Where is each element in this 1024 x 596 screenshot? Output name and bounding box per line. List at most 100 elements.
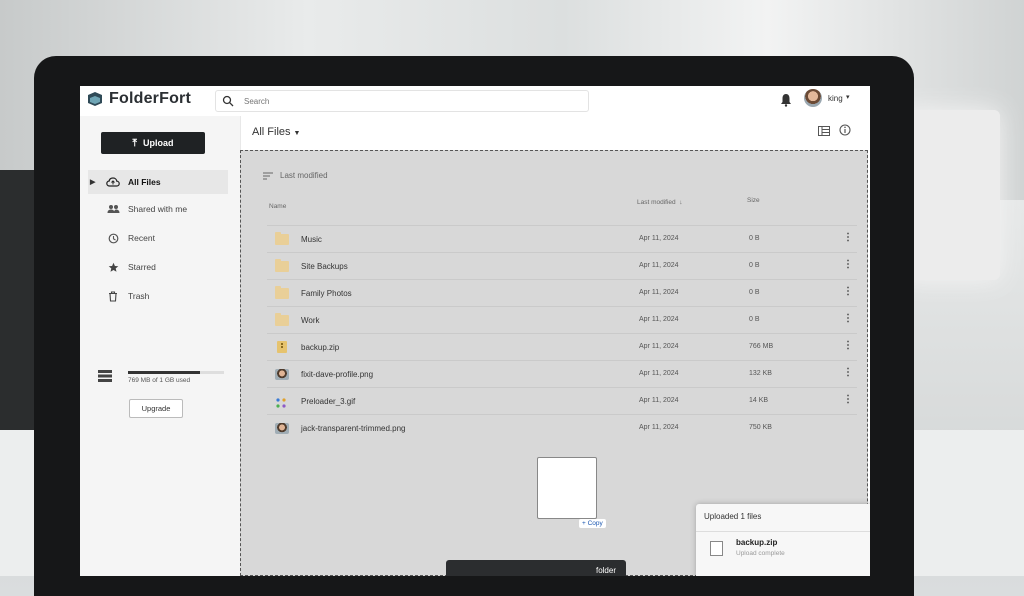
- file-modified-date: Apr 11, 2024: [639, 316, 679, 323]
- sidebar-item-label: Shared with me: [128, 204, 188, 214]
- caret-down-icon: ▼: [293, 130, 301, 137]
- app-logo[interactable]: FolderFort: [86, 90, 191, 108]
- file-modified-date: Apr 11, 2024: [639, 289, 679, 296]
- column-header-modified[interactable]: Last modified ↓: [637, 199, 683, 206]
- sort-control[interactable]: Last modified: [263, 171, 328, 180]
- upload-button[interactable]: ⤒ Upload: [101, 132, 205, 154]
- sidebar-item-label: All Files: [128, 177, 161, 187]
- more-options-icon[interactable]: ⋮: [843, 340, 853, 351]
- more-options-icon[interactable]: ⋮: [843, 313, 853, 324]
- info-icon[interactable]: [839, 124, 851, 136]
- people-icon: [106, 203, 120, 215]
- background-cup: [900, 110, 1000, 280]
- sort-arrow-down-icon: ↓: [677, 199, 683, 206]
- folder-icon: [275, 313, 289, 326]
- sidebar-item-starred[interactable]: Starred: [88, 255, 228, 279]
- top-bar: FolderFort king ▾: [80, 86, 870, 116]
- table-row[interactable]: jack-transparent-trimmed.png Apr 11, 2024…: [267, 414, 857, 442]
- file-size: 750 KB: [749, 424, 772, 431]
- upload-icon: ⤒: [132, 137, 137, 149]
- upload-toast: Uploaded 1 files ✕ backup.zip Upload com…: [696, 504, 870, 576]
- zip-file-icon: [277, 341, 287, 353]
- file-name[interactable]: jack-transparent-trimmed.png: [301, 424, 405, 433]
- toast-file-name: backup.zip: [736, 538, 778, 547]
- toast-title: Uploaded 1 files: [704, 512, 762, 521]
- search-box[interactable]: [215, 90, 589, 112]
- table-row[interactable]: Music Apr 11, 2024 0 B ⋮: [267, 225, 857, 253]
- expand-arrow-icon[interactable]: ▶: [90, 178, 100, 186]
- storage-bar-fill: [128, 371, 200, 374]
- file-modified-date: Apr 11, 2024: [639, 424, 679, 431]
- table-row[interactable]: Work Apr 11, 2024 0 B ⋮: [267, 306, 857, 334]
- upload-button-label: Upload: [142, 138, 174, 148]
- table-row[interactable]: Site Backups Apr 11, 2024 0 B ⋮: [267, 252, 857, 280]
- column-header-name[interactable]: Name: [269, 203, 286, 210]
- file-size: 766 MB: [749, 343, 774, 350]
- folderfort-logo-icon: [88, 92, 102, 106]
- file-size: 0 B: [749, 316, 760, 323]
- image-thumbnail-icon: [275, 369, 289, 380]
- sort-icon: [263, 172, 273, 179]
- more-options-icon[interactable]: ⋮: [843, 367, 853, 378]
- toast-status: Upload complete: [736, 550, 785, 557]
- upgrade-button[interactable]: Upgrade: [129, 399, 183, 418]
- star-icon: [106, 261, 120, 273]
- gif-file-icon: [275, 396, 287, 408]
- user-avatar[interactable]: [804, 89, 822, 107]
- table-row[interactable]: Preloader_3.gif Apr 11, 2024 14 KB ⋮: [267, 387, 857, 415]
- file-name[interactable]: Preloader_3.gif: [301, 397, 355, 406]
- image-thumbnail-icon: [275, 423, 289, 434]
- more-options-icon[interactable]: ⋮: [843, 259, 853, 270]
- chevron-down-icon[interactable]: ▾: [846, 93, 850, 101]
- column-header-modified-label: Last modified: [637, 199, 676, 206]
- sidebar-item-label: Trash: [128, 291, 150, 301]
- more-options-icon[interactable]: ⋮: [843, 232, 853, 243]
- app-screen: FolderFort king ▾ ⤒ Upload ▶ All Fil: [80, 86, 870, 576]
- storage-icon: [98, 370, 112, 382]
- notification-bell-icon[interactable]: [780, 93, 792, 107]
- search-icon: [222, 95, 234, 107]
- table-row[interactable]: Family Photos Apr 11, 2024 0 B ⋮: [267, 279, 857, 307]
- clock-icon: [106, 232, 120, 244]
- file-size: 0 B: [749, 235, 760, 242]
- user-name[interactable]: king: [828, 94, 843, 103]
- file-name[interactable]: Music: [301, 235, 322, 244]
- search-input[interactable]: [242, 95, 566, 107]
- file-name[interactable]: Family Photos: [301, 289, 352, 298]
- folder-icon: [275, 259, 289, 272]
- divider: [696, 531, 870, 532]
- file-size: 0 B: [749, 289, 760, 296]
- table-row[interactable]: backup.zip Apr 11, 2024 766 MB ⋮: [267, 333, 857, 361]
- file-modified-date: Apr 11, 2024: [639, 370, 679, 377]
- list-view-icon[interactable]: [818, 126, 830, 136]
- folder-icon: [275, 286, 289, 299]
- sidebar-item-label: Starred: [128, 262, 156, 272]
- more-options-icon[interactable]: ⋮: [843, 394, 853, 405]
- sidebar-item-trash[interactable]: Trash: [88, 284, 228, 308]
- app-name: FolderFort: [109, 90, 191, 107]
- storage-bar: [128, 371, 224, 374]
- drag-hint-text: folder: [595, 565, 616, 575]
- file-name[interactable]: Work: [301, 316, 320, 325]
- column-header-size[interactable]: Size: [747, 197, 760, 204]
- file-name[interactable]: fixit-dave-profile.png: [301, 370, 373, 379]
- drag-hint-bar: folder: [446, 560, 626, 576]
- folder-icon: [275, 232, 289, 245]
- sidebar-item-label: Recent: [128, 233, 155, 243]
- copy-indicator: + Copy: [579, 519, 606, 528]
- file-name[interactable]: Site Backups: [301, 262, 348, 271]
- sidebar-item-recent[interactable]: Recent: [88, 226, 228, 250]
- file-size: 132 KB: [749, 370, 772, 377]
- sidebar-item-shared-with-me[interactable]: Shared with me: [88, 197, 228, 221]
- breadcrumb[interactable]: All Files ▼: [252, 126, 300, 138]
- sidebar-item-all-files[interactable]: ▶ All Files: [88, 170, 228, 194]
- file-name[interactable]: backup.zip: [301, 343, 339, 352]
- sort-label: Last modified: [280, 171, 328, 180]
- storage-text: 769 MB of 1 GB used: [128, 377, 191, 384]
- cloud-icon: [106, 176, 120, 188]
- file-modified-date: Apr 11, 2024: [639, 262, 679, 269]
- table-row[interactable]: fixit-dave-profile.png Apr 11, 2024 132 KB…: [267, 360, 857, 388]
- more-options-icon[interactable]: ⋮: [843, 286, 853, 297]
- file-size: 14 KB: [749, 397, 769, 404]
- page-title: All Files: [252, 126, 291, 138]
